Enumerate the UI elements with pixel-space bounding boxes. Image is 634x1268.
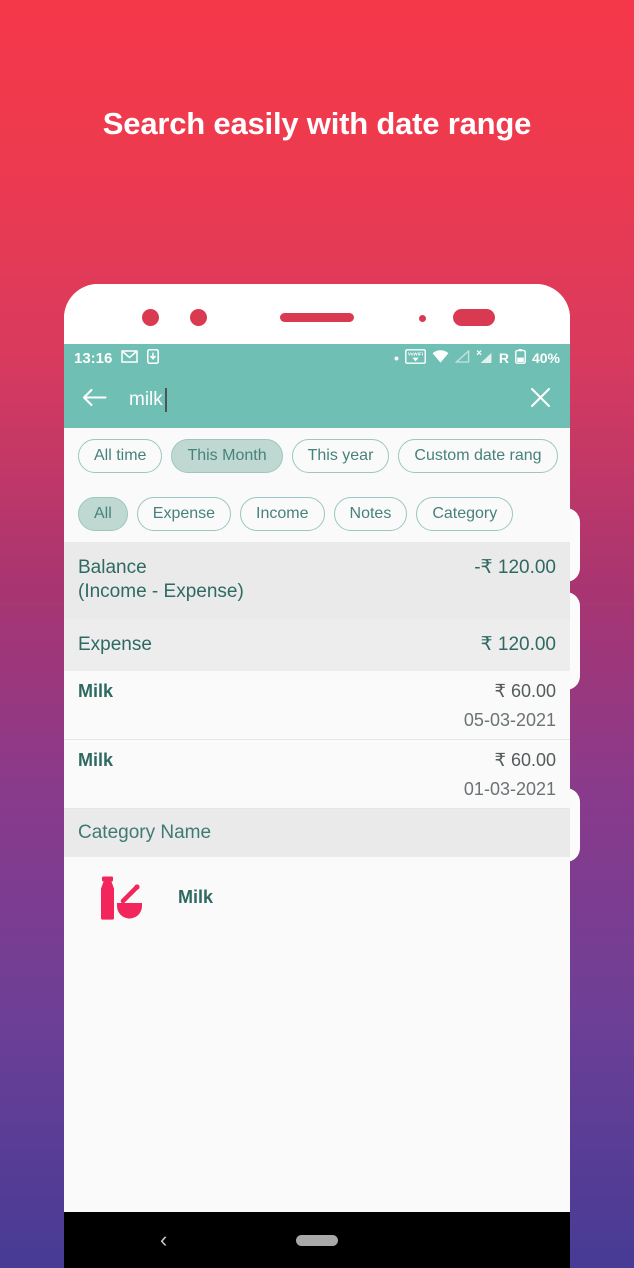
type-filter-chip-row[interactable]: All Expense Income Notes Category xyxy=(64,486,570,542)
expense-summary-row: Expense ₹ 120.00 xyxy=(64,618,570,671)
battery-icon xyxy=(515,349,526,367)
category-name: Milk xyxy=(178,887,214,908)
camera-dot-icon xyxy=(142,309,159,326)
signal-no-sim-icon xyxy=(476,349,493,367)
search-input[interactable]: milk xyxy=(129,388,507,412)
home-pill-icon[interactable] xyxy=(296,1234,338,1246)
front-camera-icon xyxy=(453,309,495,326)
search-app-bar: milk xyxy=(64,372,570,428)
svg-text:VoWiFi: VoWiFi xyxy=(408,352,423,357)
table-row[interactable]: Milk ₹ 60.00 01-03-2021 xyxy=(64,739,570,809)
status-dot-icon: • xyxy=(393,350,399,366)
battery-percent: 40% xyxy=(531,350,560,366)
expense-value: ₹ 120.00 xyxy=(480,633,556,655)
signal-empty-icon xyxy=(454,349,470,366)
download-icon xyxy=(147,349,160,367)
chip-all-time[interactable]: All time xyxy=(78,439,163,473)
status-bar: 13:16 • VoWiFi R 40% xyxy=(64,344,570,372)
earpiece-speaker-icon xyxy=(280,313,354,322)
camera-dot-icon xyxy=(190,309,207,326)
chip-expense[interactable]: Expense xyxy=(136,497,232,531)
android-nav-bar: ‹ xyxy=(64,1212,570,1268)
balance-label-line1: Balance xyxy=(78,557,147,578)
clear-search-icon[interactable] xyxy=(529,386,552,414)
balance-label-line2: (Income - Expense) xyxy=(78,581,244,603)
search-input-value: milk xyxy=(129,389,163,410)
sensor-dot-icon xyxy=(419,315,426,322)
vowifi-icon: VoWiFi xyxy=(404,349,426,367)
text-cursor xyxy=(164,388,167,412)
transaction-amount: ₹ 60.00 xyxy=(494,680,557,701)
gmail-icon xyxy=(121,350,139,366)
category-section-header: Category Name xyxy=(64,808,570,857)
transaction-date: 05-03-2021 xyxy=(463,709,556,730)
milk-bottle-icon xyxy=(78,875,164,921)
status-time: 13:16 xyxy=(74,349,113,367)
transaction-date: 01-03-2021 xyxy=(463,778,556,799)
chip-this-year[interactable]: This year xyxy=(291,439,390,473)
chip-income[interactable]: Income xyxy=(240,497,325,531)
balance-value: -₹ 120.00 xyxy=(474,557,556,578)
phone-bezel xyxy=(64,284,570,344)
nav-back-icon[interactable]: ‹ xyxy=(160,1227,167,1253)
chip-this-month[interactable]: This Month xyxy=(171,439,283,473)
back-arrow-icon[interactable] xyxy=(82,387,107,413)
expense-label: Expense xyxy=(78,633,152,655)
transaction-name: Milk xyxy=(78,680,114,701)
chip-notes[interactable]: Notes xyxy=(333,497,408,531)
balance-label: Balance (Income - Expense) xyxy=(78,556,244,605)
chip-category[interactable]: Category xyxy=(416,497,514,531)
transaction-name: Milk xyxy=(78,749,114,770)
table-row[interactable]: Milk ₹ 60.00 05-03-2021 xyxy=(64,670,570,740)
balance-summary-row: Balance (Income - Expense) -₹ 120.00 xyxy=(64,542,570,619)
transaction-amount: ₹ 60.00 xyxy=(494,749,557,770)
wifi-icon xyxy=(432,350,449,366)
chip-all[interactable]: All xyxy=(78,497,128,531)
date-range-chip-row[interactable]: All time This Month This year Custom dat… xyxy=(64,428,570,484)
page-title: Search easily with date range xyxy=(102,106,532,141)
empty-space xyxy=(64,938,570,1212)
list-item[interactable]: Milk xyxy=(64,856,570,939)
chip-custom-date-range[interactable]: Custom date rang xyxy=(398,439,558,473)
roaming-indicator: R xyxy=(498,350,509,366)
phone-screen: 13:16 • VoWiFi R 40% milk All time This … xyxy=(64,344,570,1268)
phone-mockup: 13:16 • VoWiFi R 40% milk All time This … xyxy=(64,284,570,1268)
